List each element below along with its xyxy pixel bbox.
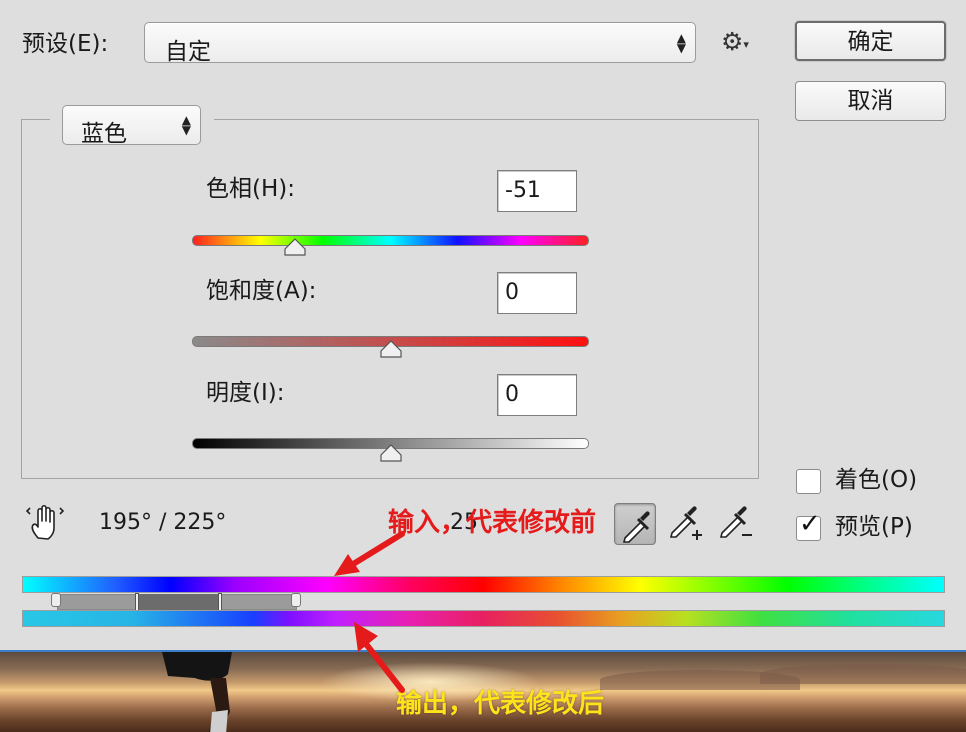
lightness-label: 明度(I): xyxy=(206,380,285,406)
eyedropper-minus-icon xyxy=(719,506,752,538)
hue-label: 色相(H): xyxy=(206,176,295,202)
channel-value: 蓝色 xyxy=(81,121,127,147)
colorize-checkbox[interactable] xyxy=(796,469,821,494)
preview-checkbox[interactable]: ✓ xyxy=(796,511,821,541)
color-range-core[interactable] xyxy=(137,594,221,610)
annotation-arrow-input xyxy=(334,531,405,576)
eyedropper-plus-button[interactable] xyxy=(666,503,708,545)
range-readout: 195° / 225° xyxy=(99,510,226,535)
colorize-label: 着色(O) xyxy=(835,467,918,493)
lightness-slider-thumb[interactable] xyxy=(379,444,402,462)
updown-arrows-icon: ▲ ▼ xyxy=(676,30,686,55)
photo-mountain xyxy=(760,664,966,684)
range-handle-right-outer[interactable] xyxy=(291,593,301,607)
updown-arrows-icon: ▲ ▼ xyxy=(181,113,191,137)
hue-input[interactable]: -51 xyxy=(497,170,577,212)
channel-select[interactable]: 蓝色 ▲ ▼ xyxy=(62,105,201,147)
preset-value: 自定 xyxy=(165,39,211,65)
preset-select[interactable]: 自定 ▲ ▼ xyxy=(144,22,696,65)
input-color-bar xyxy=(22,576,945,593)
range-handle-left-outer[interactable] xyxy=(51,593,61,607)
hue-slider-track[interactable] xyxy=(192,235,589,246)
eyedropper-plus-icon xyxy=(669,506,702,540)
saturation-slider-thumb[interactable] xyxy=(379,340,402,358)
cancel-button[interactable]: 取消 xyxy=(795,81,946,121)
hue-slider-thumb[interactable] xyxy=(284,238,306,256)
ok-button[interactable]: 确定 xyxy=(795,21,946,61)
gear-icon[interactable]: ⚙▾ xyxy=(721,29,749,54)
preset-label: 预设(E): xyxy=(22,31,109,57)
output-color-bar xyxy=(22,610,945,627)
saturation-input[interactable]: 0 xyxy=(497,272,577,314)
eyedropper-button[interactable] xyxy=(614,503,656,545)
lightness-input[interactable]: 0 xyxy=(497,374,577,416)
eyedropper-icon xyxy=(622,511,650,543)
range-end: 225° xyxy=(173,510,227,535)
range-handle-left-inner[interactable] xyxy=(135,593,139,611)
eyedropper-minus-button[interactable] xyxy=(716,503,758,545)
annotation-arrow-output xyxy=(354,622,405,693)
range-start: 195° xyxy=(99,510,152,535)
annotation-output: 输出，代表修改后 xyxy=(396,689,605,719)
hand-adjust-icon[interactable] xyxy=(25,502,65,542)
range-separator: / xyxy=(159,510,167,535)
range-handle-right-inner[interactable] xyxy=(218,593,222,611)
preview-label: 预览(P) xyxy=(835,514,913,540)
checkmark-icon: ✓ xyxy=(799,509,821,539)
annotation-input: 输入，代表修改前 xyxy=(388,508,597,538)
saturation-label: 饱和度(A): xyxy=(206,278,317,304)
photo-runner xyxy=(162,652,232,732)
adjustment-group xyxy=(21,119,759,479)
